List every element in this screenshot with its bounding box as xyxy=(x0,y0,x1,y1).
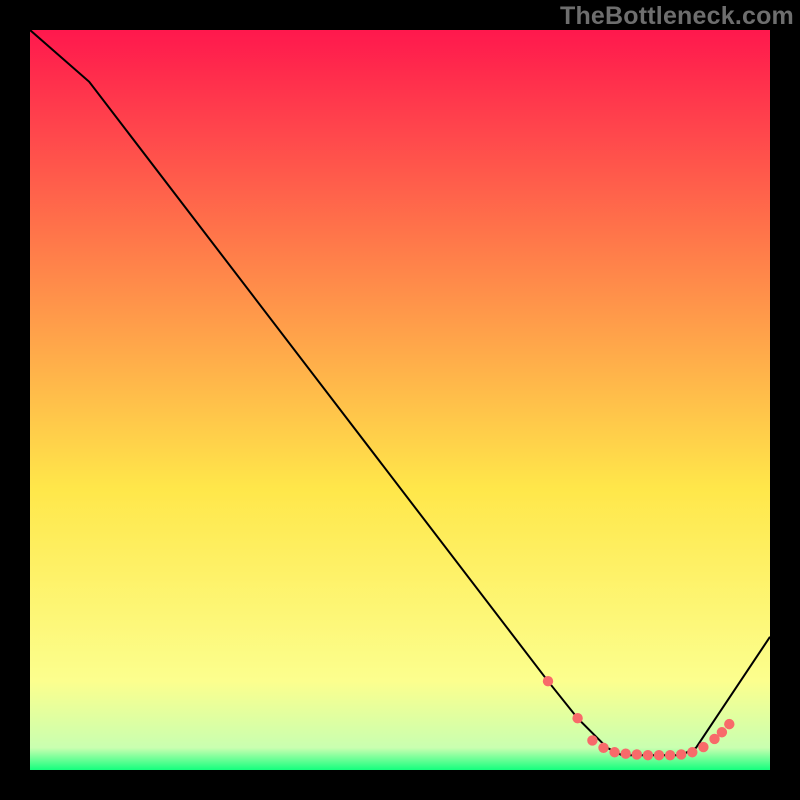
highlight-dot xyxy=(717,727,727,737)
highlight-dot xyxy=(609,747,619,757)
highlight-dot xyxy=(598,743,608,753)
gradient-background xyxy=(30,30,770,770)
highlight-dot xyxy=(572,713,582,723)
highlight-dot xyxy=(621,749,631,759)
plot-area xyxy=(30,30,770,770)
highlight-dot xyxy=(665,750,675,760)
highlight-dot xyxy=(698,742,708,752)
highlight-dot xyxy=(643,750,653,760)
highlight-dot xyxy=(676,749,686,759)
highlight-dot xyxy=(543,676,553,686)
chart-frame: TheBottleneck.com xyxy=(0,0,800,800)
watermark-text: TheBottleneck.com xyxy=(560,2,794,31)
highlight-dot xyxy=(687,747,697,757)
highlight-dot xyxy=(587,735,597,745)
plot-svg xyxy=(30,30,770,770)
highlight-dot xyxy=(654,750,664,760)
highlight-dot xyxy=(632,749,642,759)
highlight-dot xyxy=(724,719,734,729)
